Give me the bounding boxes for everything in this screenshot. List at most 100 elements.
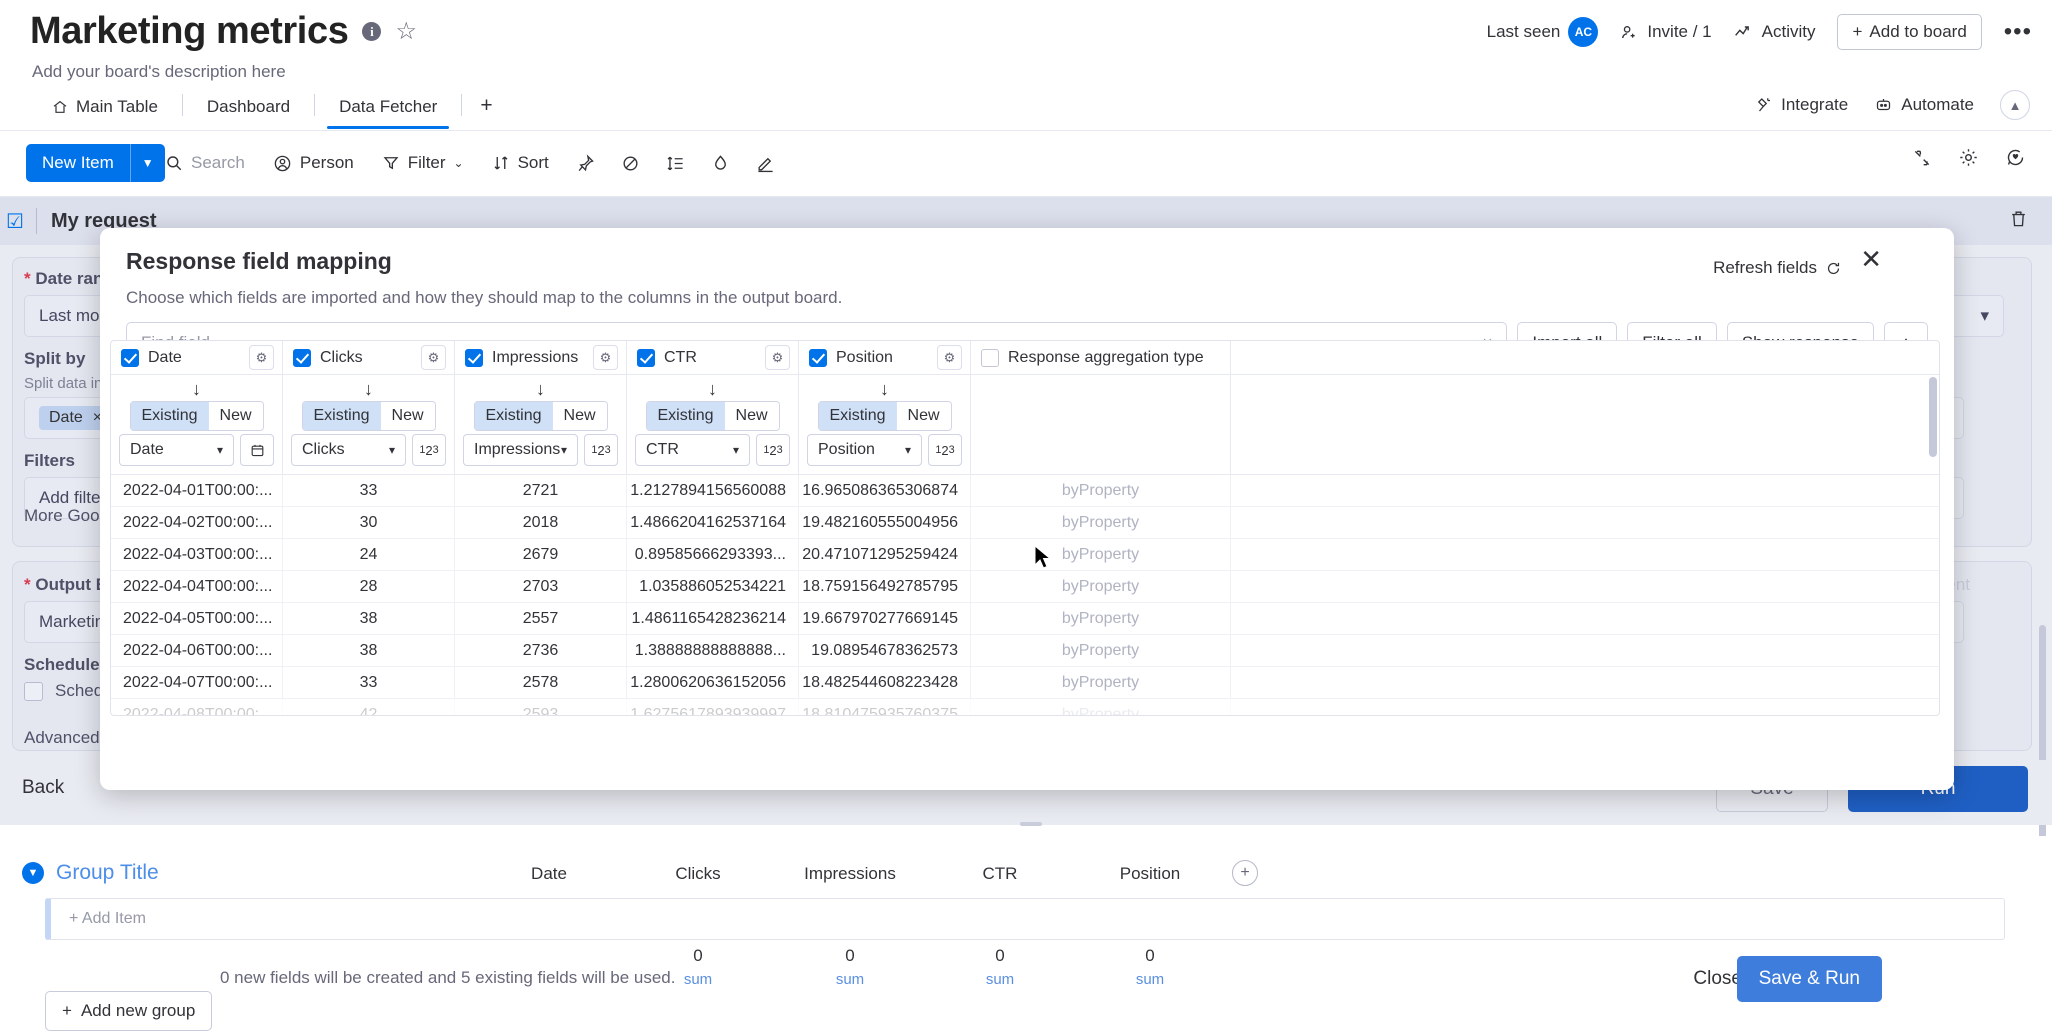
person-button[interactable]: Person: [263, 147, 364, 179]
add-column-button[interactable]: +: [1232, 860, 1258, 886]
field-checkbox-position[interactable]: [809, 348, 827, 367]
trash-icon[interactable]: [2009, 209, 2028, 234]
column-header-position[interactable]: Position: [1120, 864, 1180, 884]
board-description[interactable]: Add your board's description here: [32, 62, 286, 82]
new-item-button[interactable]: New Item ▼: [26, 144, 165, 182]
table-row[interactable]: 2022-04-02T00:00:... 30 2018 1.486620416…: [111, 507, 1939, 539]
numbers-icon[interactable]: 123: [928, 434, 962, 466]
edit-icon[interactable]: [747, 148, 784, 179]
info-icon[interactable]: i: [362, 22, 382, 41]
resize-handle[interactable]: [1020, 822, 1042, 826]
field-header-position[interactable]: Position ⚙: [799, 341, 971, 374]
table-row[interactable]: 2022-04-06T00:00:... 38 2736 1.388888888…: [111, 635, 1939, 667]
table-row[interactable]: 2022-04-04T00:00:... 28 2703 1.035886052…: [111, 571, 1939, 603]
mapped-column-select-clicks[interactable]: Clicks ▾: [291, 434, 406, 466]
gear-icon[interactable]: ⚙: [421, 345, 446, 370]
chevron-down-icon[interactable]: ▼: [22, 862, 44, 884]
table-row[interactable]: 2022-04-03T00:00:... 24 2679 0.895856662…: [111, 539, 1939, 571]
column-header-ctr[interactable]: CTR: [983, 864, 1018, 884]
group-title[interactable]: Group Title: [56, 861, 159, 885]
field-header-response-aggregation-type[interactable]: Response aggregation type: [971, 341, 1231, 374]
mode-existing-option[interactable]: Existing: [130, 402, 209, 430]
invite-button[interactable]: Invite / 1: [1620, 22, 1712, 42]
add-to-board-button[interactable]: + Add to board: [1837, 14, 1982, 50]
refresh-fields-button[interactable]: Refresh fields: [1713, 258, 1842, 278]
mode-existing-option[interactable]: Existing: [818, 402, 897, 430]
table-row[interactable]: 2022-04-08T00:00:... 42 2593 1.627561789…: [111, 699, 1939, 715]
row-height-icon[interactable]: [657, 148, 694, 179]
pin-icon[interactable]: [567, 148, 604, 179]
field-checkbox-clicks[interactable]: [293, 348, 311, 367]
mode-new-option[interactable]: New: [380, 402, 435, 430]
mapped-column-select-ctr[interactable]: CTR ▾: [635, 434, 750, 466]
gear-icon[interactable]: [1958, 147, 1979, 173]
tab-dashboard[interactable]: Dashboard: [185, 91, 312, 129]
gear-icon[interactable]: ⚙: [765, 345, 790, 370]
field-checkbox-impressions[interactable]: [465, 348, 483, 367]
board-more-menu-button[interactable]: •••: [2004, 19, 2032, 44]
field-header-impressions[interactable]: Impressions ⚙: [455, 341, 627, 374]
add-new-group-button[interactable]: + Add new group: [45, 991, 213, 1031]
mode-existing-option[interactable]: Existing: [474, 402, 553, 430]
gear-icon[interactable]: ⚙: [249, 345, 274, 370]
mode-toggle-ctr[interactable]: Existing New: [645, 401, 780, 431]
summary-position[interactable]: 0 sum: [1136, 946, 1164, 988]
field-header-clicks[interactable]: Clicks ⚙: [283, 341, 455, 374]
integrate-button[interactable]: Integrate: [1755, 95, 1848, 115]
mode-toggle-impressions[interactable]: Existing New: [473, 401, 608, 431]
table-row[interactable]: 2022-04-01T00:00:... 33 2721 1.212789415…: [111, 475, 1939, 507]
summary-impressions[interactable]: 0 sum: [836, 946, 864, 988]
add-item-row[interactable]: + Add Item: [45, 898, 2005, 940]
numbers-icon[interactable]: 123: [584, 434, 618, 466]
mode-new-option[interactable]: New: [724, 402, 779, 430]
mode-toggle-clicks[interactable]: Existing New: [301, 401, 436, 431]
mode-existing-option[interactable]: Existing: [302, 402, 381, 430]
mapped-column-select-position[interactable]: Position ▾: [807, 434, 922, 466]
filter-button[interactable]: Filter ⌄: [372, 147, 474, 179]
column-header-impressions[interactable]: Impressions: [804, 864, 896, 884]
numbers-icon[interactable]: 123: [412, 434, 446, 466]
group-header[interactable]: ▼ Group Title: [22, 861, 159, 885]
table-row[interactable]: 2022-04-05T00:00:... 38 2557 1.486116542…: [111, 603, 1939, 635]
avatar[interactable]: AC: [1568, 17, 1599, 47]
mode-toggle-date[interactable]: Existing New: [129, 401, 264, 431]
mapped-column-select-date[interactable]: Date ▾: [119, 434, 234, 466]
search-button[interactable]: Search: [155, 147, 255, 179]
tab-main-table[interactable]: Main Table: [30, 91, 180, 129]
field-header-ctr[interactable]: CTR ⚙: [627, 341, 799, 374]
color-icon[interactable]: [702, 148, 739, 179]
field-checkbox-ctr[interactable]: [637, 348, 655, 367]
field-checkbox-response-aggregation-type[interactable]: [981, 348, 999, 367]
save-and-run-button[interactable]: Save & Run: [1736, 956, 1882, 1002]
calendar-icon[interactable]: [240, 434, 274, 466]
mode-new-option[interactable]: New: [896, 402, 951, 430]
add-tab-button[interactable]: +: [464, 90, 508, 130]
more-google-link[interactable]: More Goog: [24, 506, 109, 526]
mode-new-option[interactable]: New: [208, 402, 263, 430]
schedule-checkbox[interactable]: [24, 681, 43, 701]
star-icon[interactable]: ☆: [395, 19, 417, 44]
close-icon[interactable]: ✕: [1860, 246, 1882, 272]
mode-existing-option[interactable]: Existing: [646, 402, 725, 430]
modal-table-scrollbar[interactable]: [1929, 377, 1937, 457]
table-row[interactable]: 2022-04-07T00:00:... 33 2578 1.280062063…: [111, 667, 1939, 699]
field-checkbox-date[interactable]: [121, 348, 139, 367]
gear-icon[interactable]: ⚙: [937, 345, 962, 370]
column-header-clicks[interactable]: Clicks: [675, 864, 720, 884]
field-header-date[interactable]: Date ⚙: [111, 341, 283, 374]
numbers-icon[interactable]: 123: [756, 434, 790, 466]
activity-button[interactable]: Activity: [1734, 22, 1815, 42]
automate-button[interactable]: Automate: [1874, 95, 1974, 115]
collapse-header-button[interactable]: ▲: [2000, 90, 2030, 120]
collapse-arrows-icon[interactable]: [1912, 148, 1932, 173]
mapped-column-select-impressions[interactable]: Impressions ▾: [463, 434, 578, 466]
gear-icon[interactable]: ⚙: [593, 345, 618, 370]
sort-button[interactable]: Sort: [482, 147, 559, 179]
mode-toggle-position[interactable]: Existing New: [817, 401, 952, 431]
summary-ctr[interactable]: 0 sum: [986, 946, 1014, 988]
summary-clicks[interactable]: 0 sum: [684, 946, 712, 988]
back-button[interactable]: Back: [22, 777, 64, 799]
hide-icon[interactable]: [612, 148, 649, 179]
last-seen[interactable]: Last seen AC: [1487, 17, 1599, 47]
mode-new-option[interactable]: New: [552, 402, 607, 430]
